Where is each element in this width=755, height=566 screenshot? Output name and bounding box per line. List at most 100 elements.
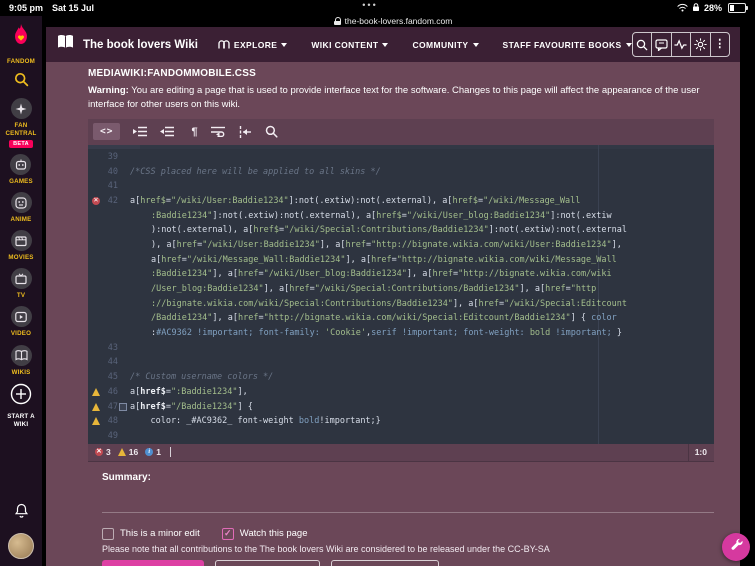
sidebar-label-video: VIDEO [10, 330, 32, 338]
menu-explore[interactable]: EXPLORE [218, 39, 288, 51]
editor-search-button[interactable] [265, 125, 278, 138]
user-avatar[interactable] [8, 533, 34, 559]
code-line[interactable]: ✕ 42 a[href$="/wiki/User:Baddie1234"]:not(… [88, 194, 714, 209]
code-line[interactable]: 40/*CSS placed here will be applied to a… [88, 164, 714, 179]
checkbox-unchecked-icon[interactable] [102, 527, 114, 540]
checkbox-checked-icon[interactable]: ✓ [221, 527, 234, 540]
sidebar-label-tv: TV [16, 292, 26, 300]
code-area[interactable]: 39 40/*CSS placed here will be applied to… [88, 144, 714, 444]
cancel-button[interactable]: CANCEL [450, 560, 500, 566]
code-line[interactable]: 48 color: _#AC9362_ font-weight bold!imp… [88, 414, 714, 429]
fandom-flame-logo-icon [9, 23, 33, 55]
warning-text: You are editing a page that is used to p… [88, 85, 700, 111]
tab-overview-dots-icon[interactable]: ••• [0, 0, 740, 10]
code-line[interactable]: a[href="/wiki/Message_Wall:Baddie1234"],… [88, 252, 714, 267]
warning-count: 16 [128, 447, 139, 457]
fan-central-icon [10, 98, 32, 120]
wiki-title[interactable]: The book lovers Wiki [83, 39, 198, 51]
sidebar-label-anime: ANIME [10, 216, 32, 224]
source-mode-button[interactable]: <> [93, 123, 121, 140]
menu-explore-label: EXPLORE [233, 39, 278, 50]
sidebar-label-fan-central: FAN CENTRAL [5, 122, 37, 138]
sidebar-label-games: GAMES [9, 178, 33, 186]
code-line[interactable]: 41 [88, 179, 714, 194]
activity-pulse-button[interactable] [670, 33, 690, 56]
sidebar-item-games[interactable]: GAMES [9, 154, 33, 186]
beta-badge: BETA [9, 140, 33, 149]
code-line[interactable]: 43 [88, 340, 714, 355]
edit-tools-fab[interactable] [722, 533, 750, 561]
menu-staff-favourite-books[interactable]: STAFF FAVOURITE BOOKS [503, 40, 632, 50]
code-line[interactable]: 44 [88, 355, 714, 370]
ssl-lock-icon [333, 17, 342, 25]
watch-page-checkbox[interactable]: ✓ Watch this page [221, 527, 308, 540]
sidebar-item-anime[interactable]: ANIME [10, 192, 32, 224]
sidebar-search-button[interactable] [14, 72, 29, 92]
header-menus: EXPLORE WIKI CONTENT COMMUNITY STAFF FAV… [218, 39, 632, 51]
indent-more-button[interactable] [133, 126, 148, 137]
code-line[interactable]: :Baddie1234"]:not(.extiw):not(.external)… [88, 208, 714, 223]
code-line[interactable]: 49 [88, 429, 714, 444]
notifications-bell-icon[interactable] [14, 503, 29, 524]
page-title: MEDIAWIKI:FANDOMMOBILE.CSS [88, 68, 256, 79]
action-buttons: SAVE CHANGES SHOW PREVIEW SHOW CHANGES C… [102, 559, 714, 566]
indent-less-button[interactable] [160, 126, 175, 137]
sidebar-item-video[interactable]: VIDEO [10, 306, 32, 338]
menu-community[interactable]: COMMUNITY [412, 40, 479, 50]
minor-edit-checkbox[interactable]: This is a minor edit [102, 527, 200, 540]
menu-wiki-content[interactable]: WIKI CONTENT [311, 39, 389, 50]
invisibles-pilcrow-button[interactable]: ¶ [191, 126, 197, 138]
movies-clapperboard-icon [10, 230, 32, 252]
anime-face-icon [10, 192, 32, 214]
more-menu-kebab-button[interactable]: ⋮ [709, 33, 729, 56]
lint-status-bar: ✕ 3 16 i 1 1:0 [88, 443, 714, 462]
cursor-position: 1:0 [687, 443, 707, 461]
word-wrap-button[interactable] [210, 126, 226, 137]
code-line[interactable]: 47 a[href$="/Baddie1234"] { [88, 399, 714, 414]
error-count: 3 [106, 447, 111, 457]
code-line[interactable]: :Baddie1234"], a[href="/wiki/User_blog:B… [88, 267, 714, 282]
goto-line-button[interactable] [239, 125, 252, 138]
code-line[interactable]: /Baddie1234"], a[href="http://bignate.wi… [88, 311, 714, 326]
plus-circle-icon [10, 383, 32, 410]
code-line[interactable]: 39 [88, 150, 714, 165]
show-preview-button[interactable]: SHOW PREVIEW [215, 559, 320, 566]
text-cursor [169, 447, 171, 457]
menu-wiki-content-label: WIKI CONTENT [311, 39, 379, 50]
sidebar-item-movies[interactable]: MOVIES [8, 230, 33, 262]
sidebar-item-fandom[interactable]: FANDOM [7, 23, 35, 66]
wikis-book-icon [10, 344, 32, 366]
summary-label: Summary: [102, 471, 151, 483]
browser-url-bar[interactable]: the-book-lovers.fandom.com [46, 15, 740, 27]
code-line[interactable]: 45/* Custom username colors */ [88, 370, 714, 385]
edit-form: Summary: This is a minor edit ✓ Watch th… [88, 462, 718, 566]
discussions-button[interactable] [651, 33, 670, 56]
code-rows: 39 40/*CSS placed here will be applied to… [88, 150, 714, 444]
sidebar-label-fandom: FANDOM [6, 58, 35, 65]
code-line[interactable]: ), a[href="/wiki/User:Baddie1234"], a[hr… [88, 238, 714, 253]
theme-toggle-sun-button[interactable] [690, 33, 709, 56]
summary-input[interactable] [102, 482, 718, 509]
tv-icon [10, 268, 32, 290]
code-line[interactable]: 46 a[href$=":Baddie1234"], [88, 385, 714, 400]
warning-label: Warning: [88, 85, 129, 96]
code-line[interactable]: /User_blog:Baddie1234"], a[href="/wiki/S… [88, 282, 714, 297]
sidebar-item-start-a-wiki[interactable]: START A WIKI [0, 383, 42, 429]
sidebar-label-movies: MOVIES [8, 254, 34, 262]
show-changes-button[interactable]: SHOW CHANGES [331, 559, 440, 566]
code-line[interactable]: ://bignate.wikia.com/wiki/Special:Contri… [88, 296, 714, 311]
wiki-header: The book lovers Wiki EXPLORE WIKI CONTEN… [46, 27, 740, 62]
header-search-button[interactable] [633, 33, 651, 56]
video-play-icon [10, 306, 32, 328]
save-changes-button[interactable]: SAVE CHANGES [102, 559, 205, 566]
sidebar-item-tv[interactable]: TV [10, 268, 32, 300]
code-line[interactable]: ):not(.external), a[href$="/wiki/Special… [88, 223, 714, 238]
sidebar-item-wikis[interactable]: WIKIS [10, 344, 32, 377]
open-book-icon [56, 34, 75, 55]
sidebar-item-fan-central[interactable]: FAN CENTRAL BETA [0, 98, 42, 149]
fandom-mark-icon [218, 39, 230, 51]
code-line[interactable]: :#AC9362 !important; font-family: 'Cooki… [88, 326, 714, 341]
minor-edit-label: This is a minor edit [120, 528, 200, 539]
edit-warning: Warning: You are editing a page that is … [88, 84, 714, 113]
chevron-down-icon [472, 42, 479, 47]
